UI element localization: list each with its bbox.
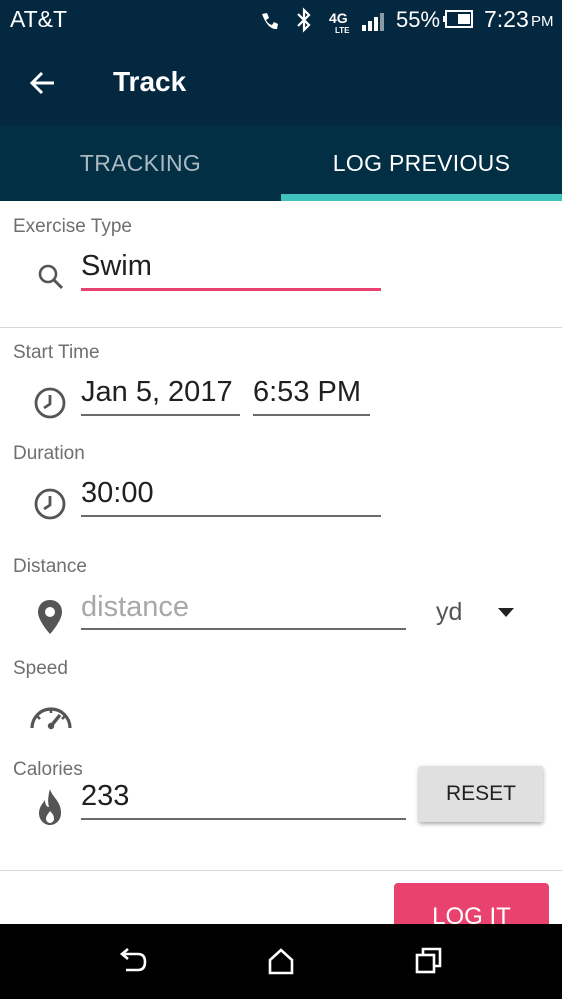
tab-tracking[interactable]: TRACKING — [0, 126, 281, 201]
tab-bar: TRACKING LOG PREVIOUS — [0, 126, 562, 201]
battery-icon — [443, 10, 473, 28]
lte-icon: 4G LTE — [329, 10, 350, 35]
speed-label: Speed — [13, 658, 68, 679]
back-arrow-icon[interactable] — [28, 68, 58, 98]
start-time-underline — [253, 414, 370, 416]
calories-label: Calories — [13, 759, 83, 780]
tab-log-previous[interactable]: LOG PREVIOUS — [281, 126, 562, 201]
flame-icon — [39, 789, 61, 825]
nav-back-icon[interactable] — [116, 948, 148, 976]
clock-icon — [34, 488, 66, 520]
footer-divider — [0, 870, 562, 871]
tab-indicator — [281, 194, 562, 201]
search-icon — [38, 264, 64, 290]
exercise-type-input[interactable]: Swim — [81, 250, 152, 283]
location-pin-icon — [38, 600, 62, 634]
distance-label: Distance — [13, 556, 87, 577]
reset-button-label: RESET — [445, 782, 516, 805]
battery-percent: 55% — [396, 7, 441, 32]
distance-input[interactable]: distance — [81, 591, 189, 624]
distance-unit-select[interactable]: yd — [436, 596, 526, 632]
section-divider — [0, 327, 562, 328]
start-date-field[interactable]: Jan 5, 2017 — [81, 376, 233, 409]
page-title: Track — [113, 66, 187, 97]
svg-text:4G: 4G — [329, 10, 348, 26]
clock-icon — [34, 387, 66, 419]
calories-underline — [81, 818, 406, 820]
nav-home-icon[interactable] — [266, 946, 296, 976]
clock-ampm: PM — [531, 13, 554, 30]
svg-text:LTE: LTE — [335, 26, 350, 35]
duration-input[interactable]: 30:00 — [81, 477, 154, 510]
duration-label: Duration — [13, 443, 85, 464]
tab-log-previous-label: LOG PREVIOUS — [332, 150, 511, 176]
clock-time: 7:23 — [484, 6, 529, 32]
speedometer-icon — [30, 707, 72, 730]
carrier-label: AT&T — [10, 6, 68, 32]
exercise-type-label: Exercise Type — [13, 216, 132, 237]
duration-underline — [81, 515, 381, 517]
system-nav-bar — [0, 924, 562, 999]
exercise-type-underline — [81, 288, 381, 291]
bluetooth-icon — [297, 7, 311, 33]
start-time-field[interactable]: 6:53 PM — [253, 376, 361, 409]
phone-icon — [262, 13, 278, 30]
status-bar: AT&T 4G LTE 55% 7:23 PM — [0, 0, 562, 40]
calories-input[interactable]: 233 — [81, 780, 129, 813]
signal-icon — [362, 13, 384, 31]
reset-button[interactable]: RESET — [419, 766, 543, 822]
distance-underline — [81, 628, 406, 630]
start-date-underline — [81, 414, 240, 416]
app-bar: Track — [0, 40, 562, 126]
tab-tracking-label: TRACKING — [79, 150, 202, 176]
dropdown-arrow-icon — [498, 608, 514, 617]
start-time-label: Start Time — [13, 342, 100, 363]
nav-recents-icon[interactable] — [414, 946, 444, 976]
distance-unit-value: yd — [436, 598, 463, 626]
